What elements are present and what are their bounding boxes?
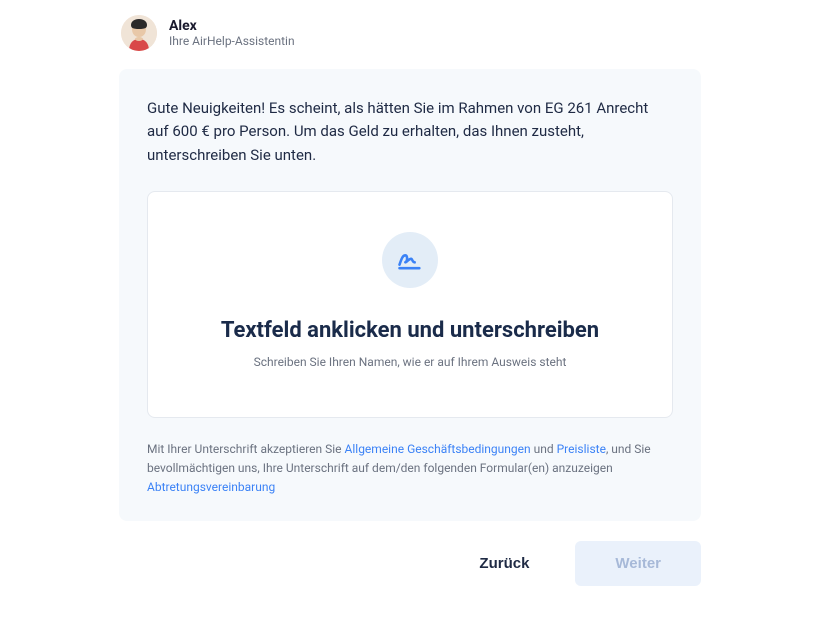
back-button[interactable]: Zurück — [453, 541, 555, 586]
next-button[interactable]: Weiter — [575, 541, 701, 586]
assistant-role: Ihre AirHelp-Assistentin — [169, 34, 295, 48]
assignment-link[interactable]: Abtretungsvereinbarung — [147, 480, 275, 494]
assistant-name: Alex — [169, 18, 295, 34]
intro-text: Gute Neuigkeiten! Es scheint, als hätten… — [147, 97, 673, 167]
disclaimer-text: Mit Ihrer Unterschrift akzeptieren Sie A… — [147, 440, 673, 498]
pricelist-link[interactable]: Preisliste — [557, 442, 606, 456]
assistant-header: Alex Ihre AirHelp-Assistentin — [119, 15, 701, 51]
main-card: Gute Neuigkeiten! Es scheint, als hätten… — [119, 69, 701, 521]
terms-link[interactable]: Allgemeine Geschäftsbedingungen — [345, 442, 531, 456]
footer-buttons: Zurück Weiter — [119, 541, 701, 586]
signature-subtitle: Schreiben Sie Ihren Namen, wie er auf Ih… — [168, 355, 652, 369]
signature-title: Textfeld anklicken und unterschreiben — [168, 318, 652, 343]
disclaimer-part1: Mit Ihrer Unterschrift akzeptieren Sie — [147, 442, 345, 456]
disclaimer-part2: und — [531, 442, 557, 456]
avatar — [121, 15, 157, 51]
signature-icon — [382, 232, 438, 288]
signature-box[interactable]: Textfeld anklicken und unterschreiben Sc… — [147, 191, 673, 418]
